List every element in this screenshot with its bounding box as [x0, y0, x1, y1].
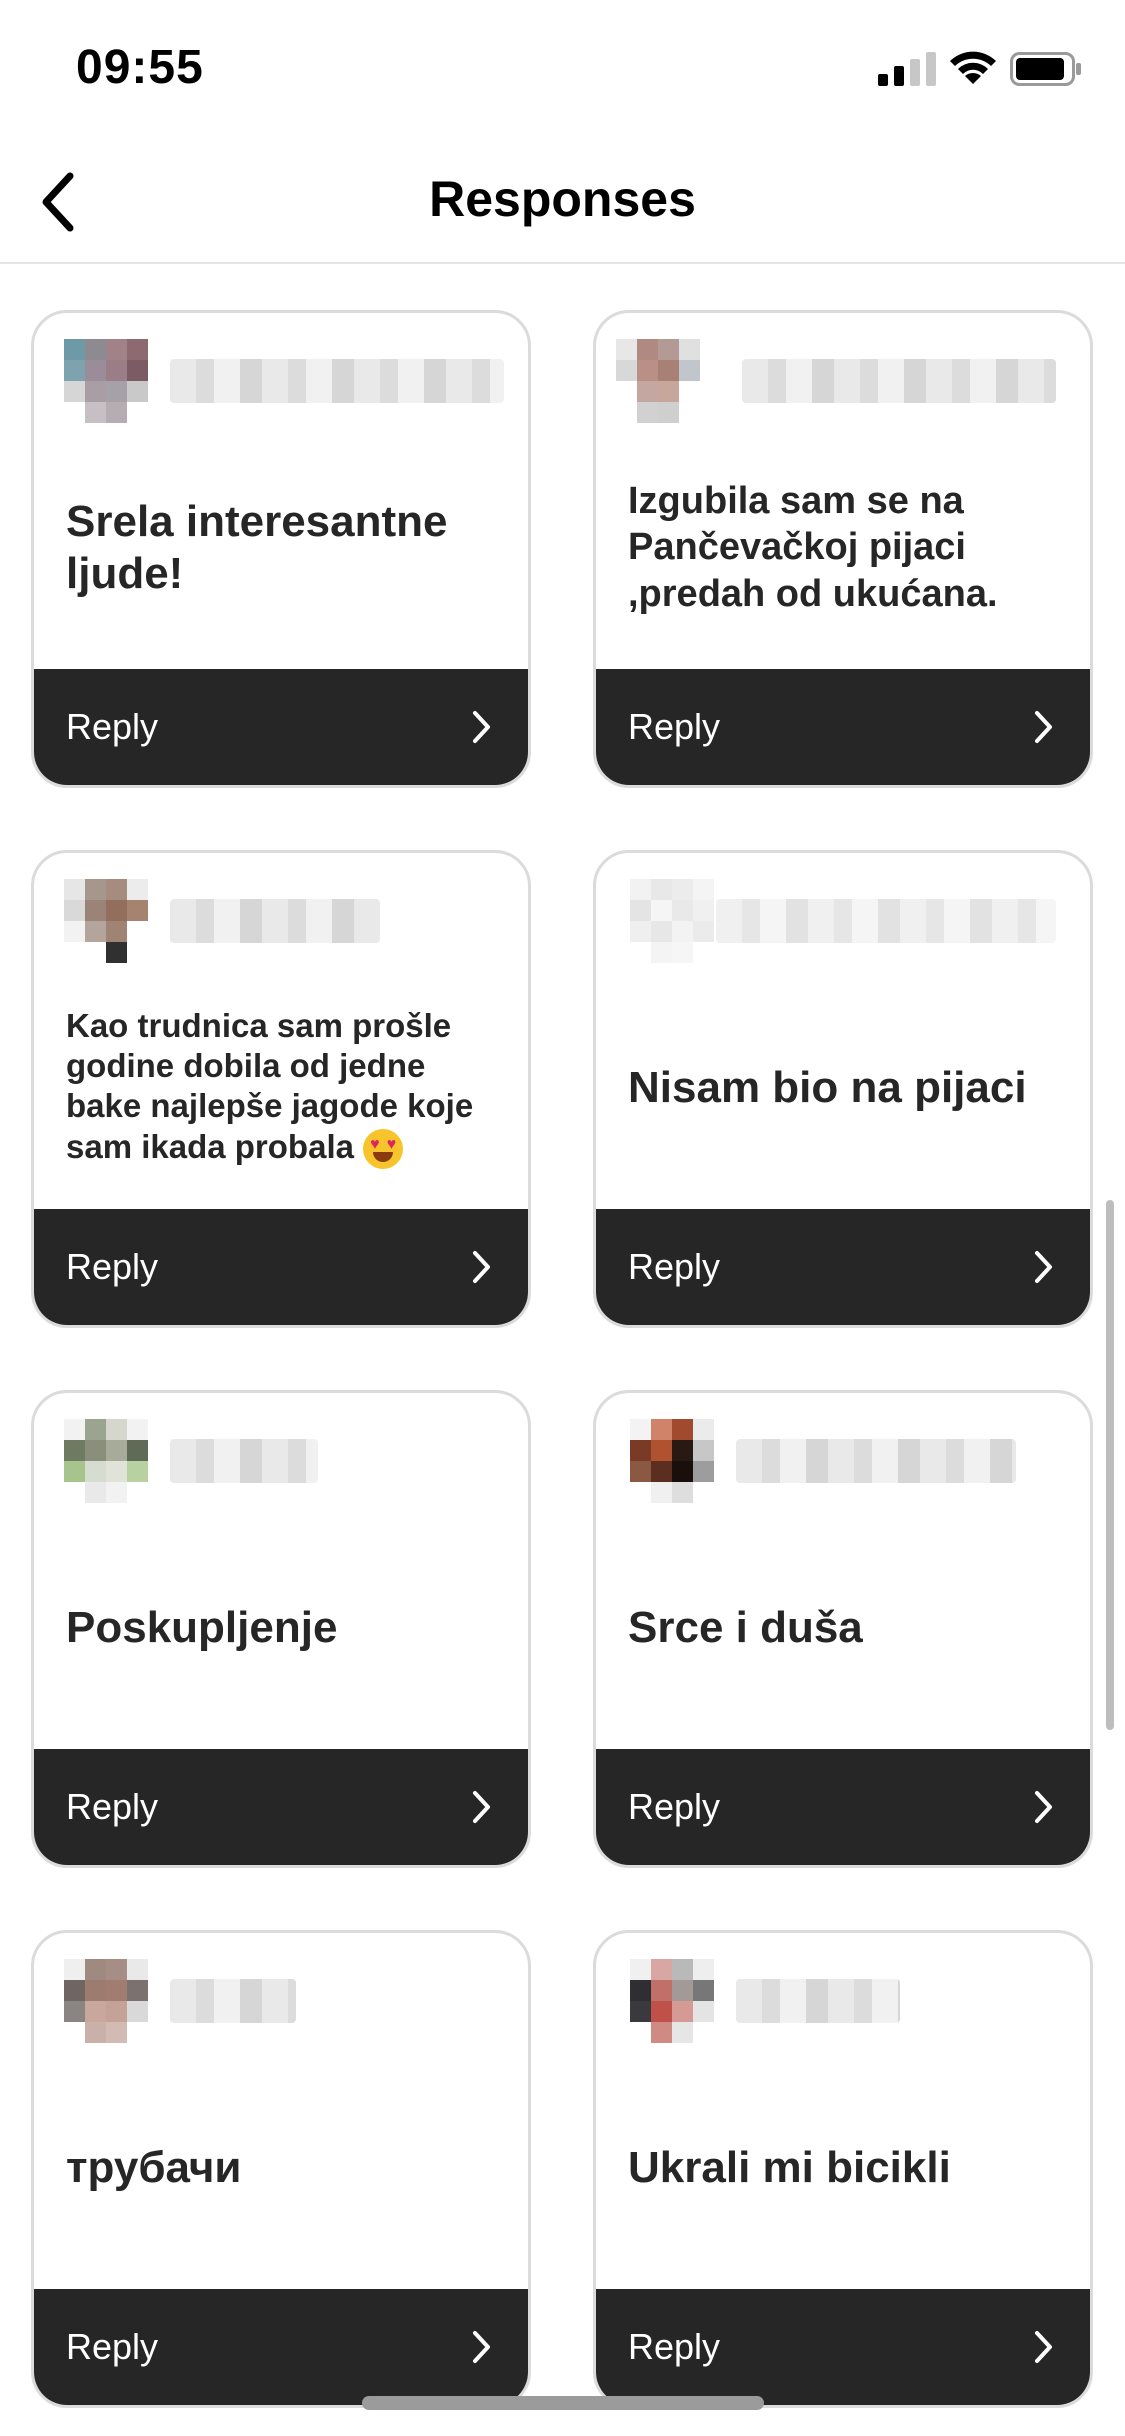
- reply-label: Reply: [66, 1786, 159, 1827]
- reply-label: Reply: [628, 1246, 721, 1287]
- username-redacted: [170, 359, 504, 403]
- card-body: трубачи: [34, 2043, 528, 2292]
- card-header: [596, 1933, 1090, 2043]
- response-text: Izgubila sam se na Pančevačkoj pijaci ,p…: [628, 479, 998, 615]
- chevron-right-icon: [473, 711, 490, 743]
- card-body: Srce i duša: [596, 1503, 1090, 1752]
- chevron-right-icon: [1035, 2331, 1052, 2363]
- reply-label: Reply: [628, 1786, 721, 1827]
- username-redacted: [170, 1439, 318, 1483]
- avatar: [64, 1959, 148, 2043]
- card-body: Ukrali mi bicikli: [596, 2043, 1090, 2292]
- response-text: Ukrali mi bicikli: [628, 2142, 951, 2192]
- response-card: Nisam bio na pijaci Reply: [593, 850, 1093, 1328]
- reply-button[interactable]: Reply: [34, 1209, 528, 1325]
- card-header: [34, 1393, 528, 1503]
- response-card: Srce i duša Reply: [593, 1390, 1093, 1868]
- reply-label: Reply: [628, 706, 721, 747]
- card-body: Izgubila sam se na Pančevačkoj pijaci ,p…: [596, 423, 1090, 672]
- nav-bar: Responses: [0, 140, 1125, 264]
- page-title: Responses: [429, 171, 696, 227]
- avatar: [630, 879, 714, 963]
- response-card: Kao trudnica sam prošle godine dobila od…: [31, 850, 531, 1328]
- username-redacted: [716, 899, 1056, 943]
- status-time: 09:55: [76, 41, 204, 94]
- card-header: [34, 853, 528, 963]
- reply-label: Reply: [66, 706, 159, 747]
- smiling-face-with-heart-eyes-emoji: [363, 1129, 404, 1170]
- response-card: трубачи Reply: [31, 1930, 531, 2408]
- username-redacted: [736, 1439, 1016, 1483]
- scrollbar[interactable]: [1106, 1200, 1114, 1730]
- reply-button[interactable]: Reply: [596, 1209, 1090, 1325]
- reply-button[interactable]: Reply: [596, 2289, 1090, 2405]
- response-text: Srela interesantne ljude!: [66, 496, 448, 598]
- home-indicator[interactable]: [362, 2396, 764, 2410]
- card-header: [34, 313, 528, 423]
- card-body: Poskupljenje: [34, 1503, 528, 1752]
- username-redacted: [170, 1979, 296, 2023]
- reply-button[interactable]: Reply: [596, 1749, 1090, 1865]
- card-header: [596, 1393, 1090, 1503]
- response-text: Srce i duša: [628, 1602, 863, 1652]
- reply-label: Reply: [66, 1246, 159, 1287]
- avatar: [630, 1419, 714, 1503]
- status-bar: 09:55: [0, 0, 1125, 140]
- response-text: Nisam bio na pijaci: [628, 1062, 1027, 1112]
- avatar: [64, 339, 148, 423]
- username-redacted: [170, 899, 380, 943]
- avatar: [630, 1959, 714, 2043]
- chevron-right-icon: [1035, 1791, 1052, 1823]
- reply-button[interactable]: Reply: [34, 1749, 528, 1865]
- card-header: [596, 313, 1090, 423]
- chevron-right-icon: [473, 1791, 490, 1823]
- response-text: трубачи: [66, 2142, 242, 2192]
- reply-button[interactable]: Reply: [34, 2289, 528, 2405]
- screen: 09:55 Responses Srela interesantne ljude…: [0, 0, 1125, 2436]
- reply-button[interactable]: Reply: [596, 669, 1090, 785]
- response-text: Kao trudnica sam prošle godine dobila od…: [66, 1006, 496, 1170]
- username-redacted: [736, 1979, 900, 2023]
- chevron-right-icon: [473, 2331, 490, 2363]
- response-text: Poskupljenje: [66, 1602, 338, 1652]
- wifi-icon: [950, 51, 996, 84]
- response-card: Izgubila sam se na Pančevačkoj pijaci ,p…: [593, 310, 1093, 788]
- avatar: [64, 1419, 148, 1503]
- username-redacted: [742, 359, 1056, 403]
- battery-icon: [1010, 52, 1081, 86]
- cellular-signal-icon: [878, 52, 936, 86]
- card-body: Kao trudnica sam prošle godine dobila od…: [34, 963, 528, 1212]
- reply-label: Reply: [628, 2326, 721, 2367]
- response-card: Ukrali mi bicikli Reply: [593, 1930, 1093, 2408]
- card-header: [34, 1933, 528, 2043]
- card-header: [596, 853, 1090, 963]
- response-text-content: Kao trudnica sam prošle godine dobila od…: [66, 1006, 474, 1165]
- chevron-right-icon: [1035, 711, 1052, 743]
- card-body: Srela interesantne ljude!: [34, 423, 528, 672]
- response-card: Poskupljenje Reply: [31, 1390, 531, 1868]
- card-body: Nisam bio na pijaci: [596, 963, 1090, 1212]
- reply-label: Reply: [66, 2326, 159, 2367]
- chevron-right-icon: [1035, 1251, 1052, 1283]
- response-card: Srela interesantne ljude! Reply: [31, 310, 531, 788]
- avatar: [616, 339, 700, 423]
- chevron-right-icon: [473, 1251, 490, 1283]
- avatar: [64, 879, 148, 963]
- reply-button[interactable]: Reply: [34, 669, 528, 785]
